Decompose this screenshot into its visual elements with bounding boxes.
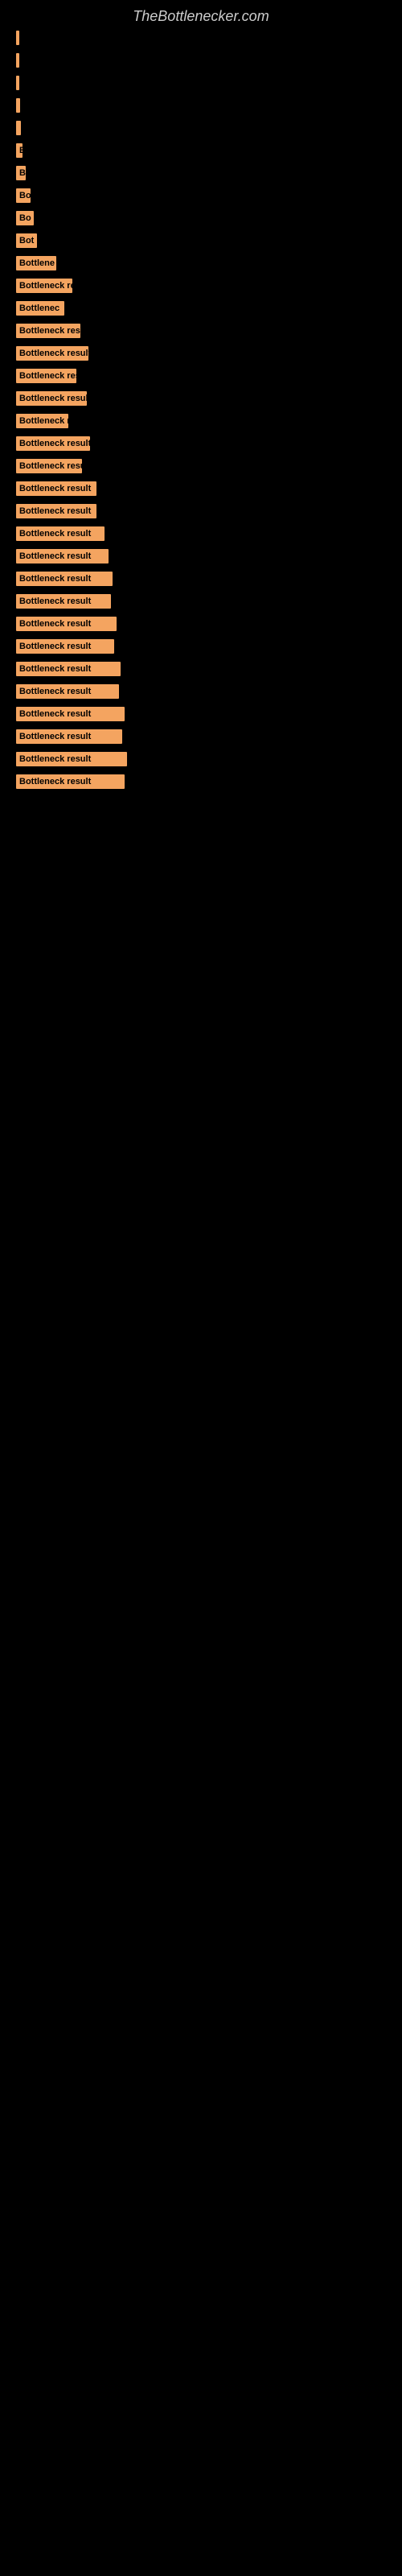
bar-31: Bottleneck result [16,707,125,721]
bar-5 [16,121,21,135]
bar-row: Bottleneck result [16,705,386,723]
bar-11: Bottlene [16,256,56,270]
bar-29: Bottleneck result [16,662,121,676]
bar-row [16,97,386,114]
bar-row: Bottleneck result [16,660,386,678]
bar-22: Bottleneck result [16,504,96,518]
bar-row: Bottleneck re [16,277,386,295]
bar-24: Bottleneck result [16,549,109,564]
bar-row [16,74,386,92]
bar-row: Bottleneck result [16,345,386,362]
bar-26: Bottleneck result [16,594,111,609]
bar-8: Bot [16,188,31,203]
page-wrapper: TheBottlenecker.com BB Bot Bo Bot Bottlene Bo… [0,0,402,791]
bar-row: Bot [16,187,386,204]
bar-19: Bottleneck result [16,436,90,451]
bar-row: Bottleneck result [16,592,386,610]
bar-12: Bottleneck re [16,279,72,293]
bar-9: Bo [16,211,34,225]
bar-2 [16,53,19,68]
bar-17: Bottleneck resul [16,391,87,406]
bar-row: Bottleneck result [16,750,386,768]
bar-6: B [16,143,23,158]
bar-3 [16,76,19,90]
bar-row: B [16,142,386,159]
bar-10: Bot [16,233,37,248]
bar-28: Bottleneck result [16,639,114,654]
bar-14: Bottleneck res [16,324,80,338]
bar-row [16,29,386,47]
site-title: TheBottlenecker.com [0,0,402,29]
bar-row: Bottleneck resu [16,457,386,475]
bar-row: Bottleneck result [16,480,386,497]
bar-1 [16,31,19,45]
bar-row: Bottleneck result [16,502,386,520]
bar-32: Bottleneck result [16,729,122,744]
bar-34: Bottleneck result [16,774,125,789]
bar-row: Bottleneck res [16,322,386,340]
bar-27: Bottleneck result [16,617,117,631]
bar-row: Bottleneck result [16,525,386,543]
bar-row: B [16,164,386,182]
bar-row: Bottleneck result [16,773,386,791]
bar-row: Bottleneck res [16,367,386,385]
bar-25: Bottleneck result [16,572,113,586]
bar-row [16,119,386,137]
bar-row: Bottleneck result [16,638,386,655]
bar-row [16,52,386,69]
bar-7: B [16,166,26,180]
bar-20: Bottleneck resu [16,459,82,473]
bar-21: Bottleneck result [16,481,96,496]
bar-row: Bo [16,209,386,227]
bar-row: Bottleneck resul [16,390,386,407]
bar-30: Bottleneck result [16,684,119,699]
bar-16: Bottleneck res [16,369,76,383]
bar-row: Bottlene [16,254,386,272]
bar-row: Bottleneck result [16,547,386,565]
bar-row: Bottleneck result [16,683,386,700]
bar-15: Bottleneck result [16,346,88,361]
bar-row: Bot [16,232,386,250]
bar-33: Bottleneck result [16,752,127,766]
bar-row: Bottleneck result [16,570,386,588]
bar-row: Bottleneck result [16,435,386,452]
bar-row: Bottleneck r [16,412,386,430]
bar-4 [16,98,20,113]
bar-18: Bottleneck r [16,414,68,428]
bar-23: Bottleneck result [16,526,105,541]
bar-row: Bottlenec [16,299,386,317]
bar-row: Bottleneck result [16,615,386,633]
bar-13: Bottlenec [16,301,64,316]
bar-row: Bottleneck result [16,728,386,745]
chart-area: BB Bot Bo Bot Bottlene Bottleneck re Bottlenec… [16,29,386,791]
